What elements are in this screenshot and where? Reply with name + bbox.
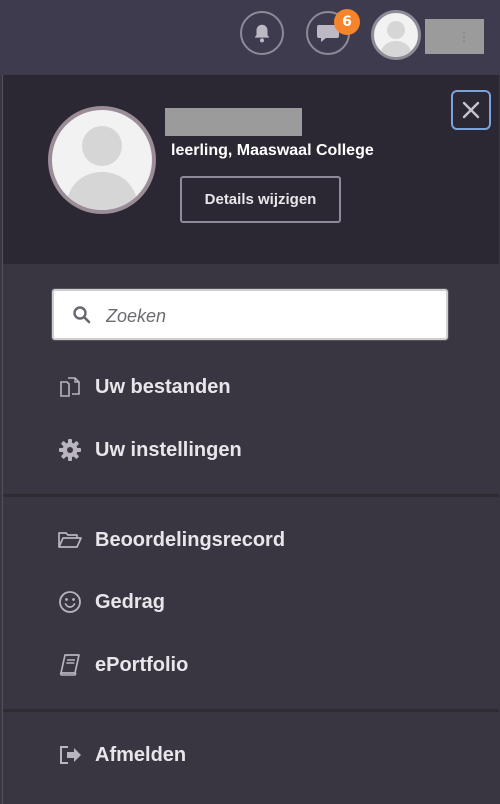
profile-role: leerling, Maaswaal College (171, 142, 374, 159)
user-name-redacted[interactable]: ⋮ (425, 19, 484, 54)
menu-divider (3, 709, 499, 712)
menu-item-label: Beoordelingsrecord (95, 528, 286, 551)
menu-item-logout[interactable]: Afmelden (57, 735, 186, 775)
close-tray-button[interactable] (451, 90, 491, 130)
menu-item-grades[interactable]: Beoordelingsrecord (57, 520, 285, 560)
profile-avatar (48, 106, 156, 214)
menu-item-files[interactable]: Uw bestanden (57, 367, 231, 407)
menu-item-label: Uw bestanden (95, 375, 231, 398)
edit-details-button[interactable]: Details wijzigen (180, 176, 341, 223)
user-avatar-button[interactable] (371, 10, 421, 60)
avatar-placeholder-icon (66, 126, 138, 210)
account-tray: leerling, Maaswaal College Details wijzi… (2, 75, 500, 804)
book-icon (57, 652, 83, 678)
smiley-icon (57, 589, 83, 615)
menu-item-settings[interactable]: Uw instellingen (57, 430, 242, 470)
menu-item-label: Uw instellingen (95, 438, 242, 461)
menu-item-behaviour[interactable]: Gedrag (57, 582, 165, 622)
menu-item-label: ePortfolio (95, 653, 189, 676)
search-input[interactable] (104, 300, 438, 332)
folder-open-icon (57, 527, 83, 553)
search-icon (73, 306, 91, 324)
menu-item-eportfolio[interactable]: ePortfolio (57, 645, 188, 685)
notifications-button[interactable] (240, 11, 284, 55)
bell-icon (254, 24, 270, 43)
avatar-placeholder-icon (380, 21, 412, 57)
profile-name-redacted (165, 108, 302, 136)
sign-out-icon (57, 742, 83, 768)
messages-count-badge: 6 (334, 9, 360, 35)
menu-item-label: Gedrag (95, 590, 166, 613)
files-icon (57, 374, 83, 400)
menu-item-label: Afmelden (95, 743, 187, 766)
search-box (52, 289, 448, 340)
profile-section: leerling, Maaswaal College Details wijzi… (3, 75, 499, 264)
close-icon (462, 101, 480, 119)
top-bar: 6 ⋮ (0, 0, 500, 75)
gear-icon (57, 437, 83, 463)
menu-divider (3, 494, 499, 497)
